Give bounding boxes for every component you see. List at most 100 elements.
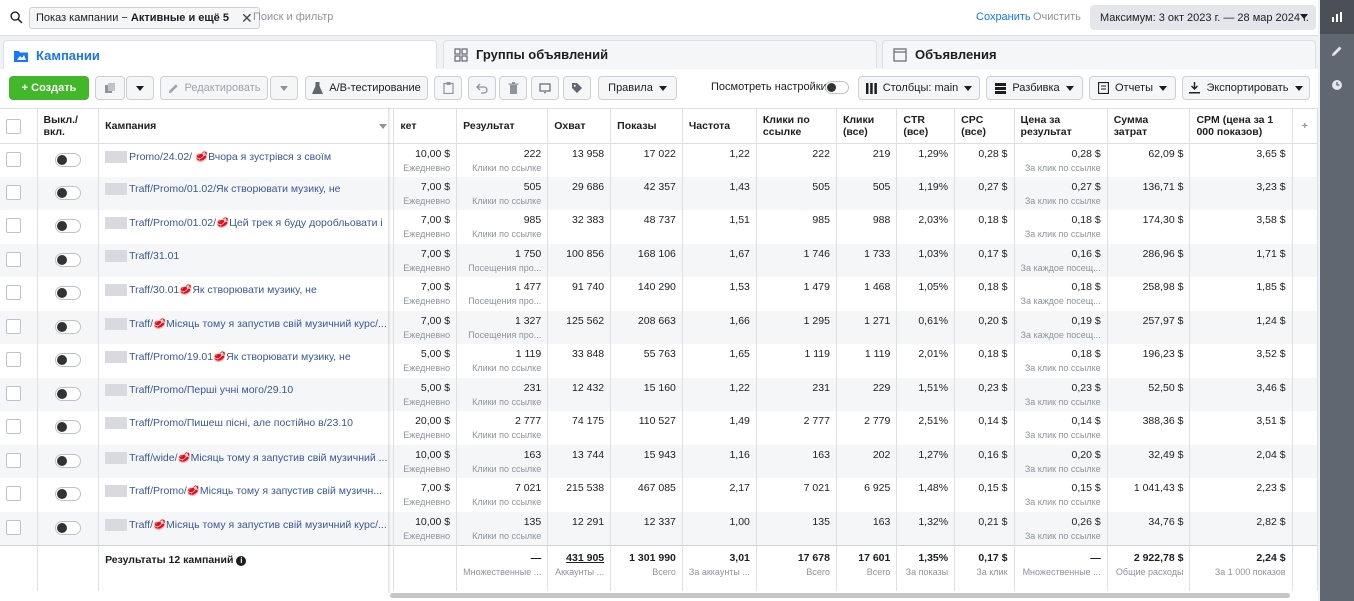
col-spend[interactable]: Сумма затрат [1107,109,1191,144]
campaign-toggle[interactable] [37,243,100,277]
budget-cell[interactable]: 7,00 $ Ежедневно [393,277,458,311]
preview-button[interactable] [531,76,559,100]
col-toggle[interactable]: Выкл./вкл. [37,109,100,144]
tab-ads[interactable]: Объявления [882,40,1316,68]
horizontal-scrollbar[interactable] [390,593,1290,598]
campaign-name-cell[interactable]: Traff/31.01 [98,243,395,277]
row-checkbox[interactable] [0,277,38,311]
campaign-toggle[interactable] [37,344,100,378]
col-impressions[interactable]: Показы [610,109,683,144]
campaign-name-cell[interactable]: Traff/Promo/01.02/🥩Цей трек я буду дороб… [98,210,395,244]
add-column-icon[interactable]: + [1292,109,1318,144]
breakdown-button[interactable]: Разбивка [986,76,1083,100]
campaign-link[interactable]: Traff/Promo/01.02/Як створювати музику, … [129,183,340,195]
campaign-toggle[interactable] [37,411,100,445]
campaign-link[interactable]: Traff/wide/🥩Місяць тому я запустив свій … [129,452,387,464]
reports-button[interactable]: Отчеты [1089,76,1176,100]
duplicate-button[interactable] [95,76,125,100]
row-checkbox[interactable] [0,176,38,210]
row-checkbox[interactable] [0,478,38,512]
col-clicks-all[interactable]: Клики (все) [836,109,898,144]
campaign-toggle[interactable] [37,444,100,478]
view-settings-toggle[interactable] [825,81,849,97]
budget-cell[interactable]: 10,00 $ Ежедневно [393,511,458,545]
col-result[interactable]: Результат [456,109,549,144]
ab-test-button[interactable]: A/B-тестирование [305,76,428,100]
undo-button[interactable] [468,76,496,100]
campaign-name-cell[interactable]: Traff/Promo/🥩Місяць тому я запустив свій… [98,478,395,512]
budget-cell[interactable]: 5,00 $ Ежедневно [393,344,458,378]
export-button[interactable]: Экспортировать [1182,76,1310,100]
campaign-toggle[interactable] [37,143,100,177]
table-row[interactable]: Traff/Promo/Пишеш пісні, але постійно в/… [0,411,1318,445]
campaign-name-cell[interactable]: Traff/30.01🥩Як створювати музику, не [98,277,395,311]
delete-button[interactable] [499,76,527,100]
save-filter-link[interactable]: Сохранить [976,11,1031,23]
row-checkbox[interactable] [0,444,38,478]
clipboard-button[interactable] [434,76,462,100]
campaign-link[interactable]: Traff/Promo/01.02/🥩Цей трек я буду дороб… [129,217,383,229]
duplicate-dropdown-button[interactable] [126,76,154,100]
campaign-name-cell[interactable]: Traff/Promo/01.02/Як створювати музику, … [98,176,395,210]
campaign-toggle[interactable] [37,277,100,311]
col-budget[interactable]: кет [393,109,458,144]
table-row[interactable]: Traff/30.01🥩Як створювати музику, не 7,00… [0,277,1318,311]
tab-campaigns[interactable]: Кампании [3,40,437,70]
campaign-name-cell[interactable]: Traff/🥩Місяць тому я запустив свій музич… [98,310,395,344]
close-icon[interactable]: ✕ [241,10,253,27]
table-row[interactable]: Traff/Promo/Перші учні мого/29.10 5,00 $ Е… [0,377,1318,411]
campaign-toggle[interactable] [37,377,100,411]
campaign-link[interactable]: Traff/Promo/Перші учні мого/29.10 [129,384,293,396]
filter-chip[interactable]: Показ кампании − Активные и ещё 5 ✕ [29,7,260,29]
budget-cell[interactable]: 7,00 $ Ежедневно [393,243,458,277]
campaign-link[interactable]: Traff/Promo/Пишеш пісні, але постійно в/… [129,417,353,429]
campaign-name-cell[interactable]: Traff/Promo/Пишеш пісні, але постійно в/… [98,411,395,445]
budget-cell[interactable]: 7,00 $ Ежедневно [393,310,458,344]
col-campaign[interactable]: Кампания [98,109,395,144]
edit-button[interactable]: Редактировать [160,76,268,100]
create-button[interactable]: + Создать [9,76,89,100]
table-row[interactable]: Traff/31.01 7,00 $ Ежедневно 1 750 Посещения… [0,243,1318,277]
campaign-name-cell[interactable]: Traff/Promo/19.01🥩Як створювати музику, … [98,344,395,378]
campaign-link[interactable]: Traff/31.01 [129,250,179,262]
campaign-name-cell[interactable]: Traff/Promo/Перші учні мого/29.10 [98,377,395,411]
budget-cell[interactable]: 10,00 $ Ежедневно [393,444,458,478]
chart-icon[interactable] [1320,0,1354,34]
row-checkbox[interactable] [0,243,38,277]
table-row[interactable]: Traff/🥩Місяць тому я запустив свій музич… [0,310,1318,344]
row-checkbox[interactable] [0,143,38,177]
budget-cell[interactable]: 10,00 $ Ежедневно [393,143,458,177]
col-ctr[interactable]: CTR (все) [896,109,956,144]
edit-dropdown-button[interactable] [270,76,298,100]
campaign-toggle[interactable] [37,210,100,244]
col-link-clicks[interactable]: Клики по ссылке [756,109,837,144]
select-all-checkbox[interactable] [0,109,38,144]
campaign-link[interactable]: Traff/🥩Місяць тому я запустив свій музич… [129,318,387,330]
budget-cell[interactable]: 7,00 $ Ежедневно [393,478,458,512]
campaign-toggle[interactable] [37,511,100,545]
col-reach[interactable]: Охват [547,109,612,144]
row-checkbox[interactable] [0,411,38,445]
budget-cell[interactable]: 20,00 $ Ежедневно [393,411,458,445]
row-checkbox[interactable] [0,310,38,344]
campaign-toggle[interactable] [37,310,100,344]
budget-cell[interactable]: 7,00 $ Ежедневно [393,176,458,210]
info-icon[interactable]: i [236,555,247,566]
pencil-icon[interactable] [1320,34,1354,68]
table-row[interactable]: Traff/🥩Місяць тому я запустив свій музич… [0,511,1318,545]
table-row[interactable]: Promo/24.02/ 🥩Вчора я зустрівся з своїм 1… [0,143,1318,177]
date-range-picker[interactable]: Максимум: 3 окт 2023 г. — 28 мар 2024 г. [1090,5,1316,30]
table-row[interactable]: Traff/Promo/🥩Місяць тому я запустив свій… [0,478,1318,512]
col-cost-per-result[interactable]: Цена за результат [1014,109,1108,144]
clock-icon[interactable] [1320,68,1354,102]
table-row[interactable]: Traff/Promo/01.02/Як створювати музику, … [0,176,1318,210]
budget-cell[interactable]: 5,00 $ Ежедневно [393,377,458,411]
col-cpm[interactable]: CPM (цена за 1 000 показов) [1189,109,1293,144]
row-checkbox[interactable] [0,210,38,244]
campaign-name-cell[interactable]: Promo/24.02/ 🥩Вчора я зустрівся з своїм [98,143,395,177]
campaign-toggle[interactable] [37,176,100,210]
campaign-link[interactable]: Traff/Promo/19.01🥩Як створювати музику, … [129,351,351,363]
campaign-name-cell[interactable]: Traff/🥩Місяць тому я запустив свій музич… [98,511,395,545]
search-input[interactable]: Поиск и фильтр [253,11,333,23]
table-row[interactable]: Traff/Promo/01.02/🥩Цей трек я буду дороб… [0,210,1318,244]
